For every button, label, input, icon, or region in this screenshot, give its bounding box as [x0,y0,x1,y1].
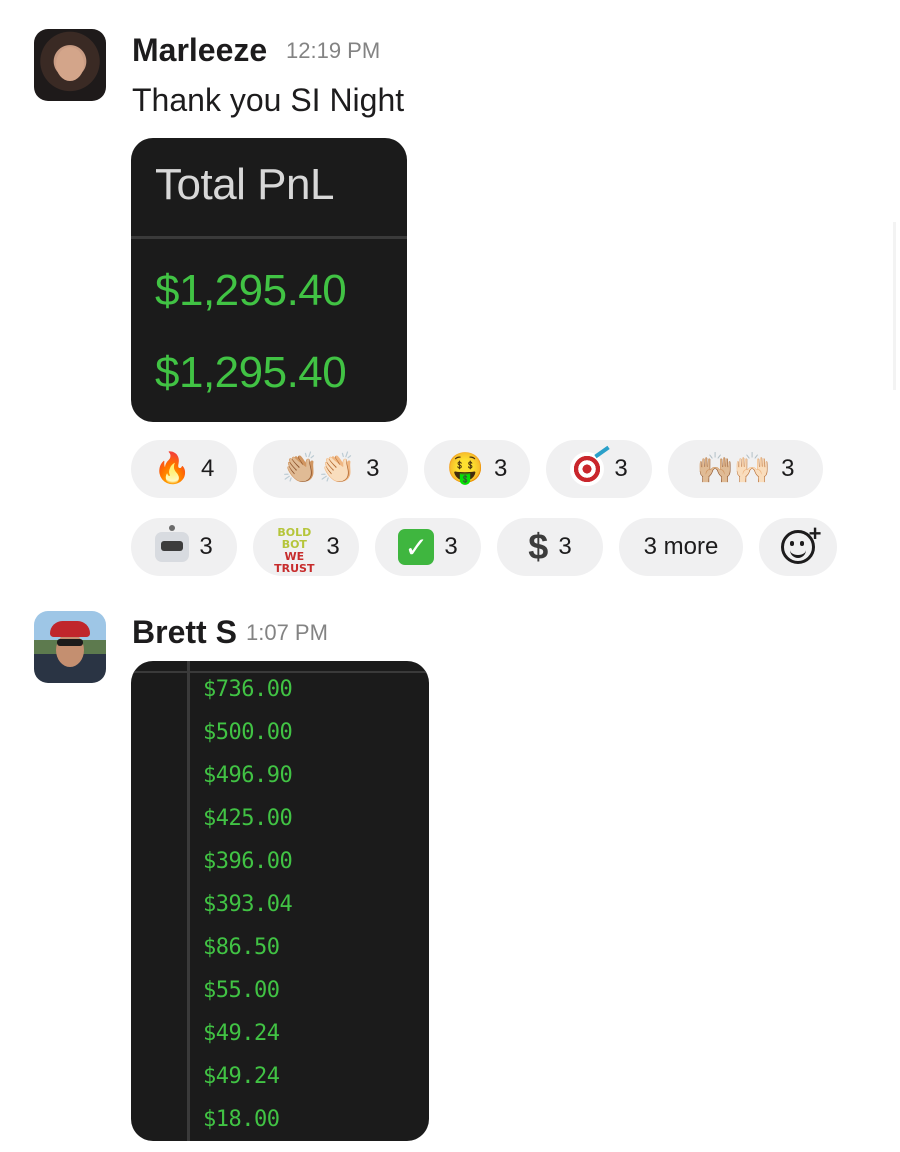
message-marleeze: Marleeze 12:19 PM Thank you SI Night Tot… [0,0,900,600]
reaction-raising-hands[interactable]: 🙌🏼🙌🏻 3 [668,440,823,498]
reaction-count: 3 [444,533,458,560]
add-reaction-button[interactable]: + [759,518,837,576]
image-attachment-total-pnl[interactable]: Total PnL $1,295.40 $1,295.40 [131,138,407,422]
timestamp[interactable]: 1:07 PM [246,620,328,646]
show-more-reactions-button[interactable]: 3 more [619,518,743,576]
author-name[interactable]: Marleeze [132,32,267,69]
message-text: Thank you SI Night [132,82,405,118]
reaction-money-mouth[interactable]: 🤑 3 [424,440,530,498]
money-mouth-face-icon: 🤑 [446,452,484,485]
reaction-clapping-hands[interactable]: 👏🏼👏🏻 3 [253,440,408,498]
pnl-row-value: $496.90 [203,763,293,788]
divider [187,661,190,1141]
pnl-row-value: $736.00 [203,677,293,702]
reaction-count: 3 [326,533,340,560]
reaction-count: 3 [494,455,508,482]
author-name[interactable]: Brett S [132,614,237,651]
reaction-count: 3 [558,533,572,560]
clapping-hands-icon: 👏🏼👏🏻 [281,452,357,485]
reaction-dollar-sign[interactable]: $ 3 [497,518,603,576]
reaction-check-mark[interactable]: ✓ 3 [375,518,481,576]
reaction-fire[interactable]: 🔥 4 [131,440,237,498]
reaction-count: 3 [199,533,213,560]
timestamp[interactable]: 12:19 PM [286,38,380,64]
reaction-count: 3 [366,455,380,482]
pnl-row-value: $500.00 [203,720,293,745]
fire-icon: 🔥 [153,452,191,485]
in-bot-we-trust-icon: BOLD BOT WE TRUST [274,526,315,575]
robot-icon [155,525,190,562]
image-attachment-pnl-list[interactable]: $736.00 $500.00 $496.90 $425.00 $396.00 … [131,661,429,1141]
pnl-row-value: $49.24 [203,1021,280,1046]
direct-hit-icon [570,452,605,486]
reaction-count: 3 [614,455,628,482]
reaction-in-bot-we-trust[interactable]: BOLD BOT WE TRUST 3 [253,518,359,576]
pnl-row-value: $86.50 [203,935,280,960]
avatar-brett-s[interactable] [34,611,106,683]
pnl-row-value: $49.24 [203,1064,280,1089]
pnl-value: $1,295.40 [155,266,347,315]
more-label: 3 more [643,533,719,560]
divider [131,661,429,673]
check-mark-icon: ✓ [398,529,435,565]
pnl-title: Total PnL [155,160,334,209]
avatar-marleeze[interactable] [34,29,106,101]
pnl-row-value: $393.04 [203,892,293,917]
pnl-value: $1,295.40 [155,348,347,397]
scrollbar[interactable] [893,222,896,390]
pnl-row-value: $425.00 [203,806,293,831]
dollar-sign-icon: $ [528,526,549,567]
reaction-count: 3 [781,455,795,482]
pnl-row-value: $396.00 [203,849,293,874]
reaction-count: 4 [201,455,215,482]
pnl-row-value: $18.00 [203,1107,280,1132]
reaction-target[interactable]: 3 [546,440,652,498]
reaction-robot[interactable]: 3 [131,518,237,576]
raising-hands-icon: 🙌🏼🙌🏻 [696,452,772,485]
pnl-row-value: $55.00 [203,978,280,1003]
divider [131,236,407,239]
